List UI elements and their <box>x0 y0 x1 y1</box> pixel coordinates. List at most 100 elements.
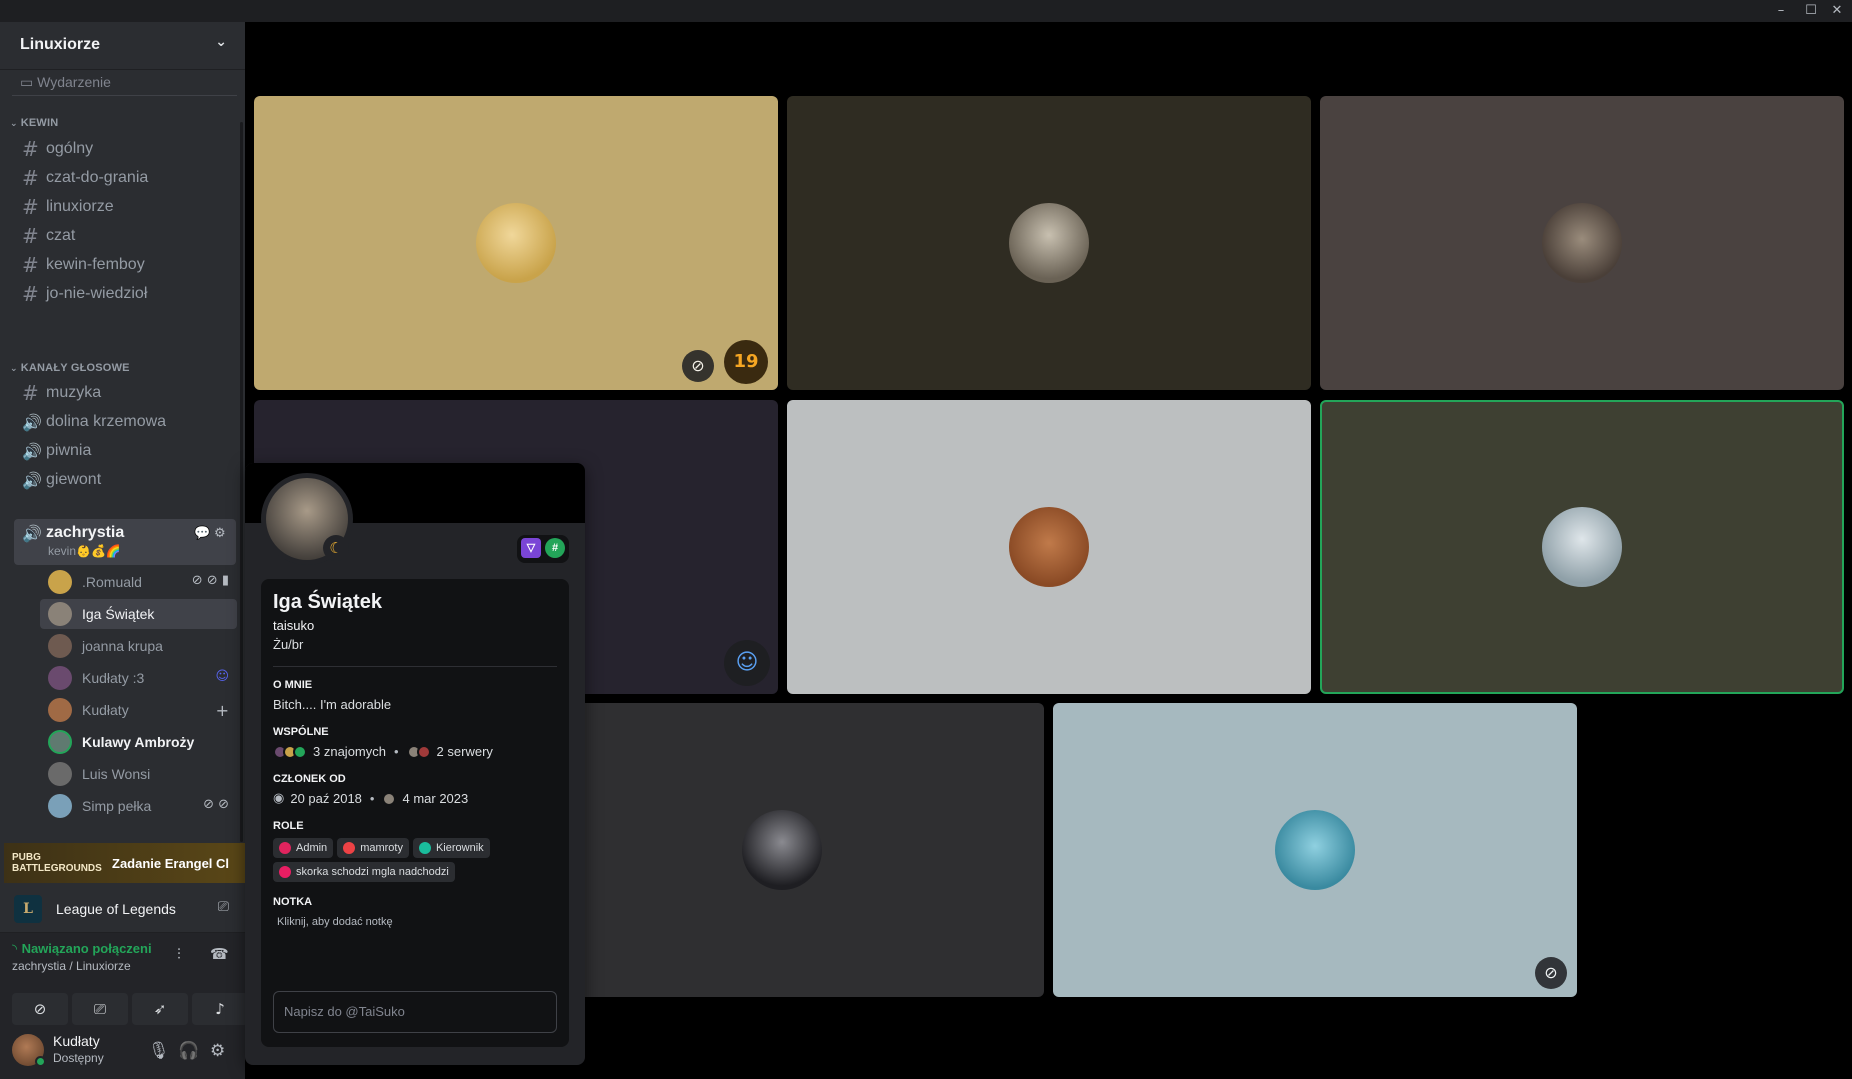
divider <box>12 95 237 96</box>
activities-button[interactable]: ➶ <box>132 993 188 1025</box>
microphone-icon[interactable]: 🎙 <box>148 1041 170 1061</box>
user-profile-popout: ☾ ▽ # Iga Świątek taisuko Żu/br O MNIE B… <box>245 463 585 1065</box>
mutual-row: 3 znajomych • 2 serwery <box>273 744 557 759</box>
voice-tile[interactable] <box>787 96 1311 390</box>
category-voice[interactable]: ⌄ KANAŁY GŁOSOWE <box>10 362 130 374</box>
voice-tile[interactable] <box>787 400 1311 694</box>
server-icon <box>382 791 397 806</box>
noise-suppression-icon[interactable]: ⫶ <box>177 945 181 963</box>
hypesquad-badge-icon[interactable]: ▽ <box>521 538 541 558</box>
discord-logo-icon: ◉ <box>273 791 285 806</box>
channel-czat[interactable]: # czat <box>14 220 236 252</box>
section-note-label: NOTKA <box>273 896 313 908</box>
chat-icon[interactable]: 💬 <box>194 526 210 541</box>
avatar <box>48 794 72 818</box>
speaker-icon: 🔊 <box>22 412 42 432</box>
section-mutual-label: WSPÓLNE <box>273 726 329 738</box>
voice-tile[interactable]: ⊘ <box>1053 703 1577 997</box>
avatar <box>48 666 72 690</box>
idle-moon-icon: ☾ <box>323 535 349 561</box>
voice-user[interactable]: joanna krupa <box>40 631 237 661</box>
avatar <box>1009 507 1089 587</box>
mutual-friends-link[interactable]: 3 znajomych <box>313 744 386 759</box>
voice-user[interactable]: .Romuald ⊘ ⊘ ▮ <box>40 567 237 597</box>
online-status-dot <box>35 1056 46 1067</box>
voice-channel-zachrystia[interactable]: 🔊 zachrystia kevin👶💰🌈 💬 ⚙ <box>14 519 236 565</box>
channel-linuxiorze[interactable]: # linuxiorze <box>14 191 236 223</box>
profile-username: taisuko <box>273 618 315 633</box>
hashtag-icon: # <box>22 282 39 306</box>
channel-status: kevin👶💰🌈 <box>48 544 121 558</box>
mini-server-icon <box>416 744 431 759</box>
user-panel[interactable]: Kudłaty Dostępny 🎙 🎧 ⚙ <box>0 1025 245 1079</box>
soundboard-button[interactable]: ♪ <box>192 993 248 1025</box>
avatar <box>48 634 72 658</box>
mutual-servers-link[interactable]: 2 serwery <box>437 744 493 759</box>
channel-czat-do-grania[interactable]: # czat-do-grania <box>14 162 236 194</box>
invite-icon[interactable]: ⚙ <box>214 526 226 541</box>
hashtag-icon: # <box>22 253 39 277</box>
voice-user[interactable]: Kulawy Ambroży <box>40 727 237 757</box>
avatar <box>742 810 822 890</box>
muted-icons: ⊘ ⊘ ▮ <box>191 573 229 588</box>
voice-user-selected[interactable]: Iga Świątek <box>40 599 237 629</box>
activity-lol[interactable]: L League of Legends ⎚ <box>4 887 245 931</box>
voice-user[interactable]: Kudłaty + <box>40 695 237 725</box>
note-input[interactable]: Kliknij, aby dodać notkę <box>273 916 557 928</box>
message-input[interactable]: Napisz do @TaiSuko <box>273 991 557 1033</box>
avatar <box>476 203 556 283</box>
channel-jo-nie-wiedziol[interactable]: # jo-nie-wiedzioł <box>14 278 236 310</box>
events-row[interactable]: ▭ Wydarzenie <box>20 74 111 94</box>
scrollbar[interactable] <box>240 122 243 842</box>
voice-channel-dolina-krzemowa[interactable]: 🔊 dolina krzemowa <box>14 406 236 438</box>
close-button[interactable]: ✕ <box>1822 2 1852 20</box>
category-kewin[interactable]: ⌄ KEWIN <box>10 117 58 129</box>
profile-card: Iga Świątek taisuko Żu/br O MNIE Bitch..… <box>261 579 569 1047</box>
caret-icon: ⌄ <box>10 364 18 374</box>
role-pill[interactable]: Admin <box>273 838 334 858</box>
channel-ogolny[interactable]: # ogólny <box>14 133 236 165</box>
voice-tile-speaking[interactable] <box>1320 400 1844 694</box>
plus-icon[interactable]: + <box>216 701 229 720</box>
muted-icons: ⊘ ⊘ <box>203 797 229 812</box>
camera-off-icon: ⊘ <box>682 350 714 382</box>
active-developer-badge-icon[interactable]: # <box>545 538 565 558</box>
role-pill[interactable]: mamroty <box>337 838 409 858</box>
role-pill[interactable]: Kierownik <box>412 838 490 858</box>
disconnect-icon[interactable]: ☎ <box>210 945 229 963</box>
role-pill[interactable]: skorka schodzi mgla nadchodzi <box>273 862 455 882</box>
channel-sidebar: Linuxiorze ⌄ ▭ Wydarzenie ⌄ KEWIN # ogólny… <box>0 22 248 1079</box>
voice-tile[interactable] <box>520 703 1044 997</box>
avatar <box>48 570 72 594</box>
avatar <box>48 602 72 626</box>
server-name: Linuxiorze <box>20 36 101 53</box>
voice-user[interactable]: Luis Wonsi <box>40 759 237 789</box>
channel-kewin-femboy[interactable]: # kewin-femboy <box>14 249 236 281</box>
voice-user[interactable]: Kudłaty :3 ☺ <box>40 663 237 693</box>
voice-user[interactable]: Simp pełka ⊘ ⊘ <box>40 791 237 821</box>
mini-avatar <box>293 744 307 759</box>
role-color-dot <box>279 842 291 854</box>
server-header[interactable]: Linuxiorze ⌄ <box>0 22 245 70</box>
voice-channel-piwnia[interactable]: 🔊 piwnia <box>14 435 236 467</box>
voice-tile[interactable] <box>1320 96 1844 390</box>
connection-status: ◝ Nawiązano połączeni <box>12 941 152 957</box>
role-color-dot <box>279 866 291 878</box>
avatar <box>48 762 72 786</box>
screen-share-button[interactable]: ⎚ <box>72 993 128 1025</box>
section-about-label: O MNIE <box>273 679 313 691</box>
hashtag-icon: # <box>22 381 39 405</box>
profile-display-name: Iga Świątek <box>273 591 382 613</box>
activity-pubg[interactable]: PUBG BATTLEGROUNDS Zadanie Erangel Cl <box>4 843 245 883</box>
caret-icon: ⌄ <box>10 119 18 129</box>
camera-off-button[interactable]: ⊘ <box>12 993 68 1025</box>
settings-gear-icon[interactable]: ⚙ <box>210 1041 225 1061</box>
headphones-icon[interactable]: 🎧 <box>178 1041 199 1061</box>
channel-muzyka[interactable]: # muzyka <box>14 377 236 409</box>
screen-share-icon[interactable]: ⎚ <box>218 899 229 915</box>
hashtag-icon: # <box>22 224 39 248</box>
minimize-button[interactable]: – <box>1766 2 1796 20</box>
pubg-logo: PUBG BATTLEGROUNDS <box>12 852 102 874</box>
voice-channel-giewont[interactable]: 🔊 giewont <box>14 464 236 496</box>
voice-tile[interactable]: ⊘ 19 <box>254 96 778 390</box>
